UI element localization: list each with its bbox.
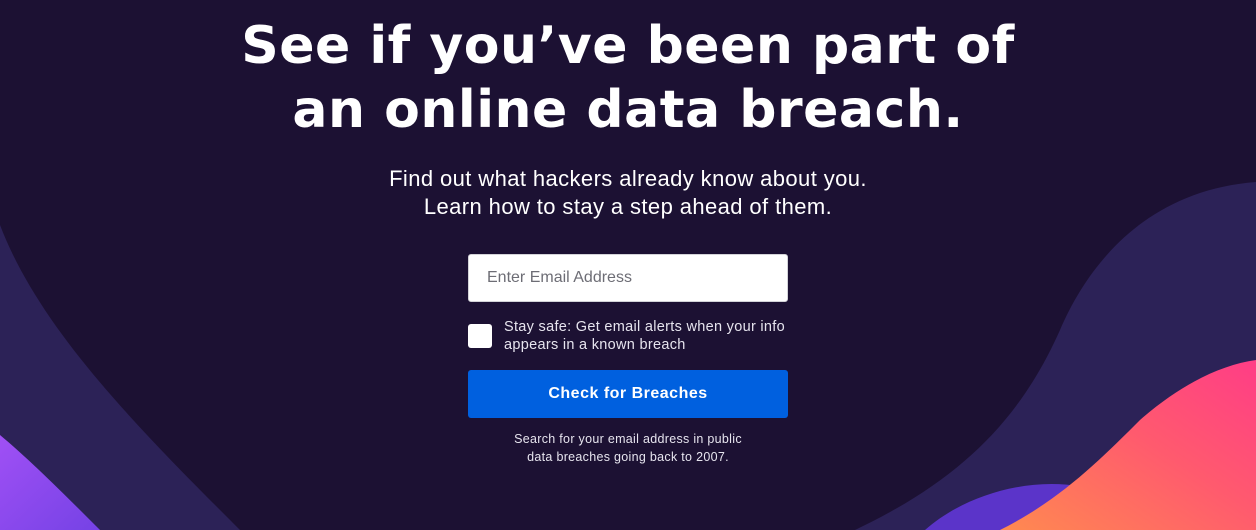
email-alerts-label[interactable]: Stay safe: Get email alerts when your in…: [504, 318, 796, 354]
search-fineprint: Search for your email address in public …: [0, 430, 1256, 466]
email-alerts-label-line-2: appears in a known breach: [504, 337, 686, 353]
fineprint-line-1: Search for your email address in public: [514, 432, 742, 446]
headline-line-2: an online data breach.: [292, 80, 964, 140]
subhead-line-2: Learn how to stay a step ahead of them.: [423, 194, 833, 219]
email-alerts-checkbox[interactable]: [468, 324, 492, 348]
headline-line-1: See if you’ve been part of: [241, 16, 1015, 76]
hero-headline: See if you’ve been part of an online dat…: [0, 14, 1256, 142]
hero-section: See if you’ve been part of an online dat…: [0, 0, 1256, 530]
subhead-line-1: Find out what hackers already know about…: [389, 166, 867, 191]
check-for-breaches-button[interactable]: Check for Breaches: [468, 370, 788, 418]
email-input[interactable]: [468, 254, 788, 302]
email-alerts-label-line-1: Stay safe: Get email alerts when your in…: [504, 319, 785, 335]
hero-subhead: Find out what hackers already know about…: [0, 165, 1256, 221]
fineprint-line-2: data breaches going back to 2007.: [527, 450, 729, 464]
